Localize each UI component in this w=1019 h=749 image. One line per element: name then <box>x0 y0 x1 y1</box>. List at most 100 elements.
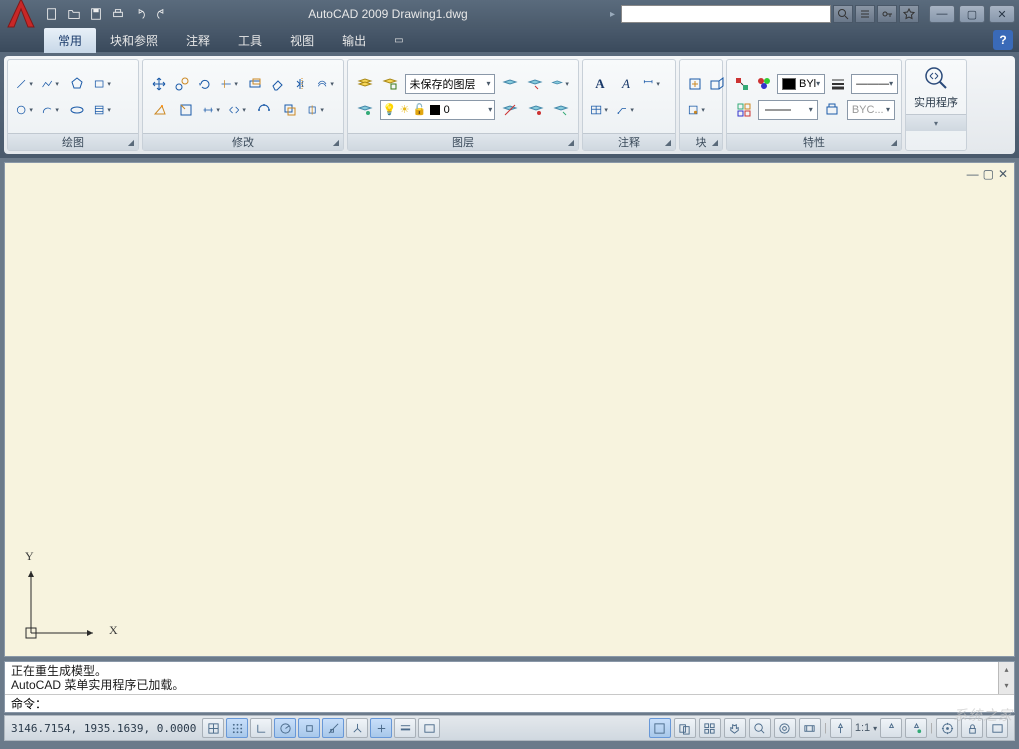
annotation-scale-icon[interactable] <box>830 718 852 738</box>
annotation-autoscale-button[interactable] <box>905 718 927 738</box>
color-combo[interactable]: BYl▾ <box>777 74 825 94</box>
linetype-combo[interactable]: ———▾ <box>851 74 898 94</box>
showmotion-button[interactable] <box>799 718 821 738</box>
close-button[interactable]: ✕ <box>989 5 1015 23</box>
qview-drawings-button[interactable] <box>699 718 721 738</box>
plotstyle-button[interactable] <box>822 99 843 121</box>
qat-new-icon[interactable] <box>42 4 62 24</box>
search-input[interactable] <box>621 5 831 23</box>
key-button[interactable] <box>877 5 897 23</box>
hatch-button[interactable]: ▾ <box>92 99 114 121</box>
zoom-button[interactable] <box>749 718 771 738</box>
tab-annotate[interactable]: 注释 <box>172 28 224 53</box>
coordinates-display[interactable]: 3146.7154, 1935.1639, 0.0000 <box>11 722 196 735</box>
vp-close-icon[interactable]: ✕ <box>998 167 1008 181</box>
minimize-button[interactable]: — <box>929 5 955 23</box>
pan-button[interactable] <box>724 718 746 738</box>
layer-freeze-button[interactable] <box>525 73 546 95</box>
layer-match-button[interactable]: ▾ <box>550 73 572 95</box>
otrack-toggle[interactable] <box>322 718 344 738</box>
infocenter-button[interactable] <box>855 5 875 23</box>
maximize-button[interactable]: ▢ <box>959 5 985 23</box>
lineweight-combo[interactable]: ▾ <box>758 100 818 120</box>
copy-button[interactable] <box>172 73 191 95</box>
text-button[interactable]: A <box>615 73 637 95</box>
panel-annotate-title[interactable]: 注释◢ <box>583 133 675 150</box>
scale-button[interactable]: ▾ <box>227 99 249 121</box>
trim-button[interactable]: ▾ <box>219 73 241 95</box>
tab-extra-icon[interactable]: ▭ <box>380 31 417 50</box>
command-scrollbar[interactable]: ▴▾ <box>998 662 1014 694</box>
explode-button[interactable] <box>149 99 171 121</box>
layer-state-combo[interactable]: 未保存的图层▾ <box>405 74 496 94</box>
tab-view[interactable]: 视图 <box>276 28 328 53</box>
line-button[interactable]: ▾ <box>14 73 36 95</box>
layer-isolate-button[interactable] <box>499 73 520 95</box>
grid-toggle[interactable] <box>226 718 248 738</box>
workspace-switching-button[interactable] <box>936 718 958 738</box>
panel-layer-title[interactable]: 图层◢ <box>348 133 578 150</box>
favorite-button[interactable] <box>899 5 919 23</box>
command-input[interactable]: 命令： <box>5 694 1014 712</box>
rotate-button[interactable] <box>196 73 215 95</box>
create-block-button[interactable] <box>708 73 726 95</box>
qat-undo-icon[interactable] <box>130 4 150 24</box>
tab-output[interactable]: 输出 <box>328 28 380 53</box>
toolrail-lock-button[interactable] <box>961 718 983 738</box>
panel-block-title[interactable]: 块◢ <box>680 133 722 150</box>
move-button[interactable] <box>149 73 168 95</box>
clean-screen-button[interactable] <box>986 718 1008 738</box>
color-picker-button[interactable] <box>755 73 773 95</box>
insert-block-button[interactable] <box>686 73 704 95</box>
panel-properties-title[interactable]: 特性◢ <box>727 133 901 150</box>
vp-maximize-icon[interactable]: ▢ <box>983 167 994 181</box>
panel-draw-title[interactable]: 绘图◢ <box>8 133 138 150</box>
annotation-scale-value[interactable]: 1:1 <box>855 722 870 734</box>
mirror-button[interactable] <box>292 73 311 95</box>
panel-modify-title[interactable]: 修改◢ <box>143 133 343 150</box>
tab-blocks[interactable]: 块和参照 <box>96 28 172 53</box>
align-button[interactable] <box>279 99 301 121</box>
annotation-visibility-button[interactable] <box>880 718 902 738</box>
list-button[interactable] <box>733 99 754 121</box>
break-button[interactable]: ▾ <box>305 99 327 121</box>
steering-wheel-button[interactable] <box>774 718 796 738</box>
polyline-button[interactable]: ▾ <box>40 73 62 95</box>
edit-block-button[interactable]: ▾ <box>686 99 708 121</box>
layer-properties-button[interactable] <box>354 73 375 95</box>
layer-thaw-button[interactable] <box>525 99 547 121</box>
qp-toggle[interactable] <box>418 718 440 738</box>
erase-button[interactable] <box>268 73 287 95</box>
offset-button[interactable]: ▾ <box>315 73 337 95</box>
mtext-button[interactable]: A <box>589 73 611 95</box>
polar-toggle[interactable] <box>274 718 296 738</box>
leader-button[interactable]: ▾ <box>615 99 637 121</box>
ducs-toggle[interactable] <box>346 718 368 738</box>
polygon-button[interactable] <box>66 73 88 95</box>
vp-minimize-icon[interactable]: — <box>967 167 979 181</box>
layer-unisolate-button[interactable] <box>499 99 521 121</box>
plotstyle-combo[interactable]: BYC...▾ <box>847 100 895 120</box>
panel-utilities-title[interactable]: ▾ <box>906 114 966 131</box>
layer-off-button[interactable] <box>354 99 376 121</box>
array-button[interactable] <box>253 99 275 121</box>
qat-print-icon[interactable] <box>108 4 128 24</box>
ellipse-button[interactable] <box>66 99 88 121</box>
command-history[interactable]: 正在重生成模型。 AutoCAD 菜单实用程序已加载。 ▴▾ <box>5 662 1014 694</box>
extend-button[interactable] <box>245 73 264 95</box>
match-properties-button[interactable] <box>733 73 751 95</box>
layer-states-button[interactable] <box>379 73 400 95</box>
qat-open-icon[interactable] <box>64 4 84 24</box>
layer-on-button[interactable] <box>550 99 572 121</box>
dyn-toggle[interactable] <box>370 718 392 738</box>
dimension-button[interactable]: ▾ <box>641 73 663 95</box>
lwt-toggle[interactable] <box>394 718 416 738</box>
model-toggle[interactable] <box>649 718 671 738</box>
circle-button[interactable]: ▾ <box>14 99 36 121</box>
qat-redo-icon[interactable] <box>152 4 172 24</box>
tab-home[interactable]: 常用 <box>44 28 96 53</box>
qat-save-icon[interactable] <box>86 4 106 24</box>
app-menu-icon[interactable] <box>4 0 38 31</box>
tab-tools[interactable]: 工具 <box>224 28 276 53</box>
osnap-toggle[interactable] <box>298 718 320 738</box>
